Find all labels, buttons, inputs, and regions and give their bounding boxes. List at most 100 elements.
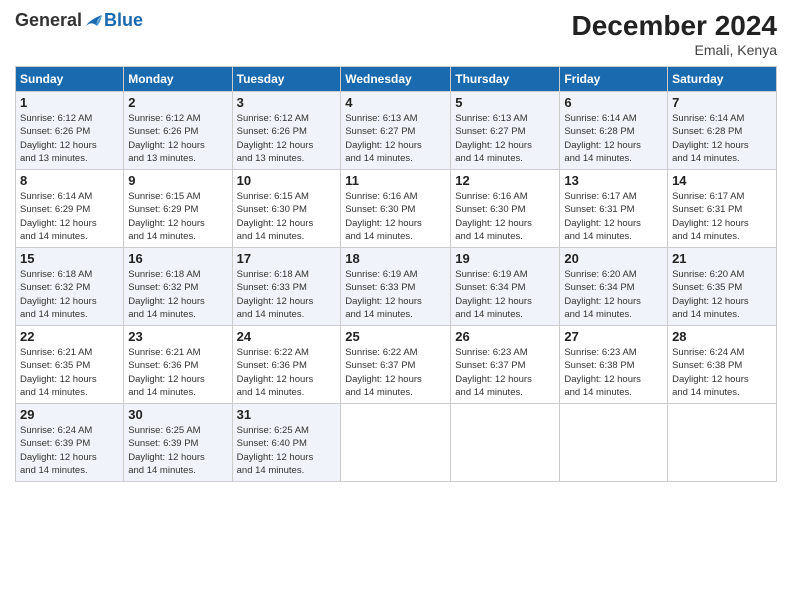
day-number: 5 xyxy=(455,95,555,110)
logo-text: General Blue xyxy=(15,10,143,31)
calendar-cell: 15 Sunrise: 6:18 AMSunset: 6:32 PMDaylig… xyxy=(16,248,124,326)
day-number: 10 xyxy=(237,173,337,188)
day-info: Sunrise: 6:19 AMSunset: 6:34 PMDaylight:… xyxy=(455,269,532,320)
calendar-cell: 11 Sunrise: 6:16 AMSunset: 6:30 PMDaylig… xyxy=(341,170,451,248)
day-info: Sunrise: 6:12 AMSunset: 6:26 PMDaylight:… xyxy=(128,113,205,164)
calendar-cell: 28 Sunrise: 6:24 AMSunset: 6:38 PMDaylig… xyxy=(668,326,777,404)
calendar-cell xyxy=(668,404,777,482)
day-number: 20 xyxy=(564,251,663,266)
day-number: 29 xyxy=(20,407,119,422)
calendar-header-tuesday: Tuesday xyxy=(232,67,341,92)
calendar-cell: 6 Sunrise: 6:14 AMSunset: 6:28 PMDayligh… xyxy=(560,92,668,170)
day-info: Sunrise: 6:17 AMSunset: 6:31 PMDaylight:… xyxy=(672,191,749,242)
calendar-table: SundayMondayTuesdayWednesdayThursdayFrid… xyxy=(15,66,777,482)
location: Emali, Kenya xyxy=(572,42,777,58)
logo-bird-icon xyxy=(84,12,104,30)
day-number: 8 xyxy=(20,173,119,188)
day-number: 1 xyxy=(20,95,119,110)
calendar-cell: 17 Sunrise: 6:18 AMSunset: 6:33 PMDaylig… xyxy=(232,248,341,326)
calendar-cell: 8 Sunrise: 6:14 AMSunset: 6:29 PMDayligh… xyxy=(16,170,124,248)
day-number: 27 xyxy=(564,329,663,344)
calendar-cell: 10 Sunrise: 6:15 AMSunset: 6:30 PMDaylig… xyxy=(232,170,341,248)
day-info: Sunrise: 6:14 AMSunset: 6:28 PMDaylight:… xyxy=(672,113,749,164)
calendar-week-row: 22 Sunrise: 6:21 AMSunset: 6:35 PMDaylig… xyxy=(16,326,777,404)
calendar-cell: 31 Sunrise: 6:25 AMSunset: 6:40 PMDaylig… xyxy=(232,404,341,482)
calendar-cell: 16 Sunrise: 6:18 AMSunset: 6:32 PMDaylig… xyxy=(124,248,232,326)
calendar-cell: 18 Sunrise: 6:19 AMSunset: 6:33 PMDaylig… xyxy=(341,248,451,326)
day-number: 12 xyxy=(455,173,555,188)
day-info: Sunrise: 6:22 AMSunset: 6:37 PMDaylight:… xyxy=(345,347,422,398)
day-info: Sunrise: 6:17 AMSunset: 6:31 PMDaylight:… xyxy=(564,191,641,242)
day-info: Sunrise: 6:25 AMSunset: 6:40 PMDaylight:… xyxy=(237,425,314,476)
calendar-cell: 5 Sunrise: 6:13 AMSunset: 6:27 PMDayligh… xyxy=(451,92,560,170)
day-info: Sunrise: 6:25 AMSunset: 6:39 PMDaylight:… xyxy=(128,425,205,476)
calendar-cell: 9 Sunrise: 6:15 AMSunset: 6:29 PMDayligh… xyxy=(124,170,232,248)
calendar-cell: 1 Sunrise: 6:12 AMSunset: 6:26 PMDayligh… xyxy=(16,92,124,170)
calendar-cell: 20 Sunrise: 6:20 AMSunset: 6:34 PMDaylig… xyxy=(560,248,668,326)
day-number: 24 xyxy=(237,329,337,344)
day-number: 2 xyxy=(128,95,227,110)
day-number: 31 xyxy=(237,407,337,422)
calendar-cell: 21 Sunrise: 6:20 AMSunset: 6:35 PMDaylig… xyxy=(668,248,777,326)
day-number: 14 xyxy=(672,173,772,188)
calendar-header-sunday: Sunday xyxy=(16,67,124,92)
day-info: Sunrise: 6:18 AMSunset: 6:33 PMDaylight:… xyxy=(237,269,314,320)
logo-general: General xyxy=(15,10,82,31)
day-info: Sunrise: 6:13 AMSunset: 6:27 PMDaylight:… xyxy=(455,113,532,164)
day-info: Sunrise: 6:13 AMSunset: 6:27 PMDaylight:… xyxy=(345,113,422,164)
day-info: Sunrise: 6:20 AMSunset: 6:34 PMDaylight:… xyxy=(564,269,641,320)
calendar-cell: 3 Sunrise: 6:12 AMSunset: 6:26 PMDayligh… xyxy=(232,92,341,170)
day-number: 3 xyxy=(237,95,337,110)
day-number: 19 xyxy=(455,251,555,266)
day-number: 26 xyxy=(455,329,555,344)
day-info: Sunrise: 6:12 AMSunset: 6:26 PMDaylight:… xyxy=(237,113,314,164)
calendar-cell xyxy=(341,404,451,482)
day-info: Sunrise: 6:21 AMSunset: 6:35 PMDaylight:… xyxy=(20,347,97,398)
calendar-cell: 23 Sunrise: 6:21 AMSunset: 6:36 PMDaylig… xyxy=(124,326,232,404)
calendar-cell: 14 Sunrise: 6:17 AMSunset: 6:31 PMDaylig… xyxy=(668,170,777,248)
calendar-cell xyxy=(451,404,560,482)
day-info: Sunrise: 6:22 AMSunset: 6:36 PMDaylight:… xyxy=(237,347,314,398)
calendar-week-row: 8 Sunrise: 6:14 AMSunset: 6:29 PMDayligh… xyxy=(16,170,777,248)
day-info: Sunrise: 6:19 AMSunset: 6:33 PMDaylight:… xyxy=(345,269,422,320)
calendar-week-row: 29 Sunrise: 6:24 AMSunset: 6:39 PMDaylig… xyxy=(16,404,777,482)
day-number: 6 xyxy=(564,95,663,110)
calendar-cell: 12 Sunrise: 6:16 AMSunset: 6:30 PMDaylig… xyxy=(451,170,560,248)
logo: General Blue xyxy=(15,10,143,31)
day-info: Sunrise: 6:23 AMSunset: 6:37 PMDaylight:… xyxy=(455,347,532,398)
day-number: 18 xyxy=(345,251,446,266)
calendar-cell: 2 Sunrise: 6:12 AMSunset: 6:26 PMDayligh… xyxy=(124,92,232,170)
calendar-week-row: 1 Sunrise: 6:12 AMSunset: 6:26 PMDayligh… xyxy=(16,92,777,170)
calendar-cell: 22 Sunrise: 6:21 AMSunset: 6:35 PMDaylig… xyxy=(16,326,124,404)
day-info: Sunrise: 6:14 AMSunset: 6:29 PMDaylight:… xyxy=(20,191,97,242)
day-info: Sunrise: 6:24 AMSunset: 6:38 PMDaylight:… xyxy=(672,347,749,398)
day-number: 16 xyxy=(128,251,227,266)
day-info: Sunrise: 6:12 AMSunset: 6:26 PMDaylight:… xyxy=(20,113,97,164)
day-info: Sunrise: 6:18 AMSunset: 6:32 PMDaylight:… xyxy=(128,269,205,320)
calendar-header-monday: Monday xyxy=(124,67,232,92)
calendar-week-row: 15 Sunrise: 6:18 AMSunset: 6:32 PMDaylig… xyxy=(16,248,777,326)
day-info: Sunrise: 6:15 AMSunset: 6:30 PMDaylight:… xyxy=(237,191,314,242)
day-info: Sunrise: 6:21 AMSunset: 6:36 PMDaylight:… xyxy=(128,347,205,398)
day-info: Sunrise: 6:14 AMSunset: 6:28 PMDaylight:… xyxy=(564,113,641,164)
day-number: 28 xyxy=(672,329,772,344)
calendar-cell: 30 Sunrise: 6:25 AMSunset: 6:39 PMDaylig… xyxy=(124,404,232,482)
calendar-header-saturday: Saturday xyxy=(668,67,777,92)
day-info: Sunrise: 6:23 AMSunset: 6:38 PMDaylight:… xyxy=(564,347,641,398)
calendar-header-wednesday: Wednesday xyxy=(341,67,451,92)
day-info: Sunrise: 6:18 AMSunset: 6:32 PMDaylight:… xyxy=(20,269,97,320)
day-info: Sunrise: 6:24 AMSunset: 6:39 PMDaylight:… xyxy=(20,425,97,476)
calendar-cell: 27 Sunrise: 6:23 AMSunset: 6:38 PMDaylig… xyxy=(560,326,668,404)
title-area: December 2024 Emali, Kenya xyxy=(572,10,777,58)
calendar-cell: 4 Sunrise: 6:13 AMSunset: 6:27 PMDayligh… xyxy=(341,92,451,170)
day-number: 17 xyxy=(237,251,337,266)
calendar-cell: 29 Sunrise: 6:24 AMSunset: 6:39 PMDaylig… xyxy=(16,404,124,482)
day-number: 21 xyxy=(672,251,772,266)
day-number: 4 xyxy=(345,95,446,110)
logo-blue: Blue xyxy=(104,10,143,31)
day-info: Sunrise: 6:16 AMSunset: 6:30 PMDaylight:… xyxy=(455,191,532,242)
calendar-header-thursday: Thursday xyxy=(451,67,560,92)
month-title: December 2024 xyxy=(572,10,777,42)
calendar-body: 1 Sunrise: 6:12 AMSunset: 6:26 PMDayligh… xyxy=(16,92,777,482)
calendar-cell: 24 Sunrise: 6:22 AMSunset: 6:36 PMDaylig… xyxy=(232,326,341,404)
